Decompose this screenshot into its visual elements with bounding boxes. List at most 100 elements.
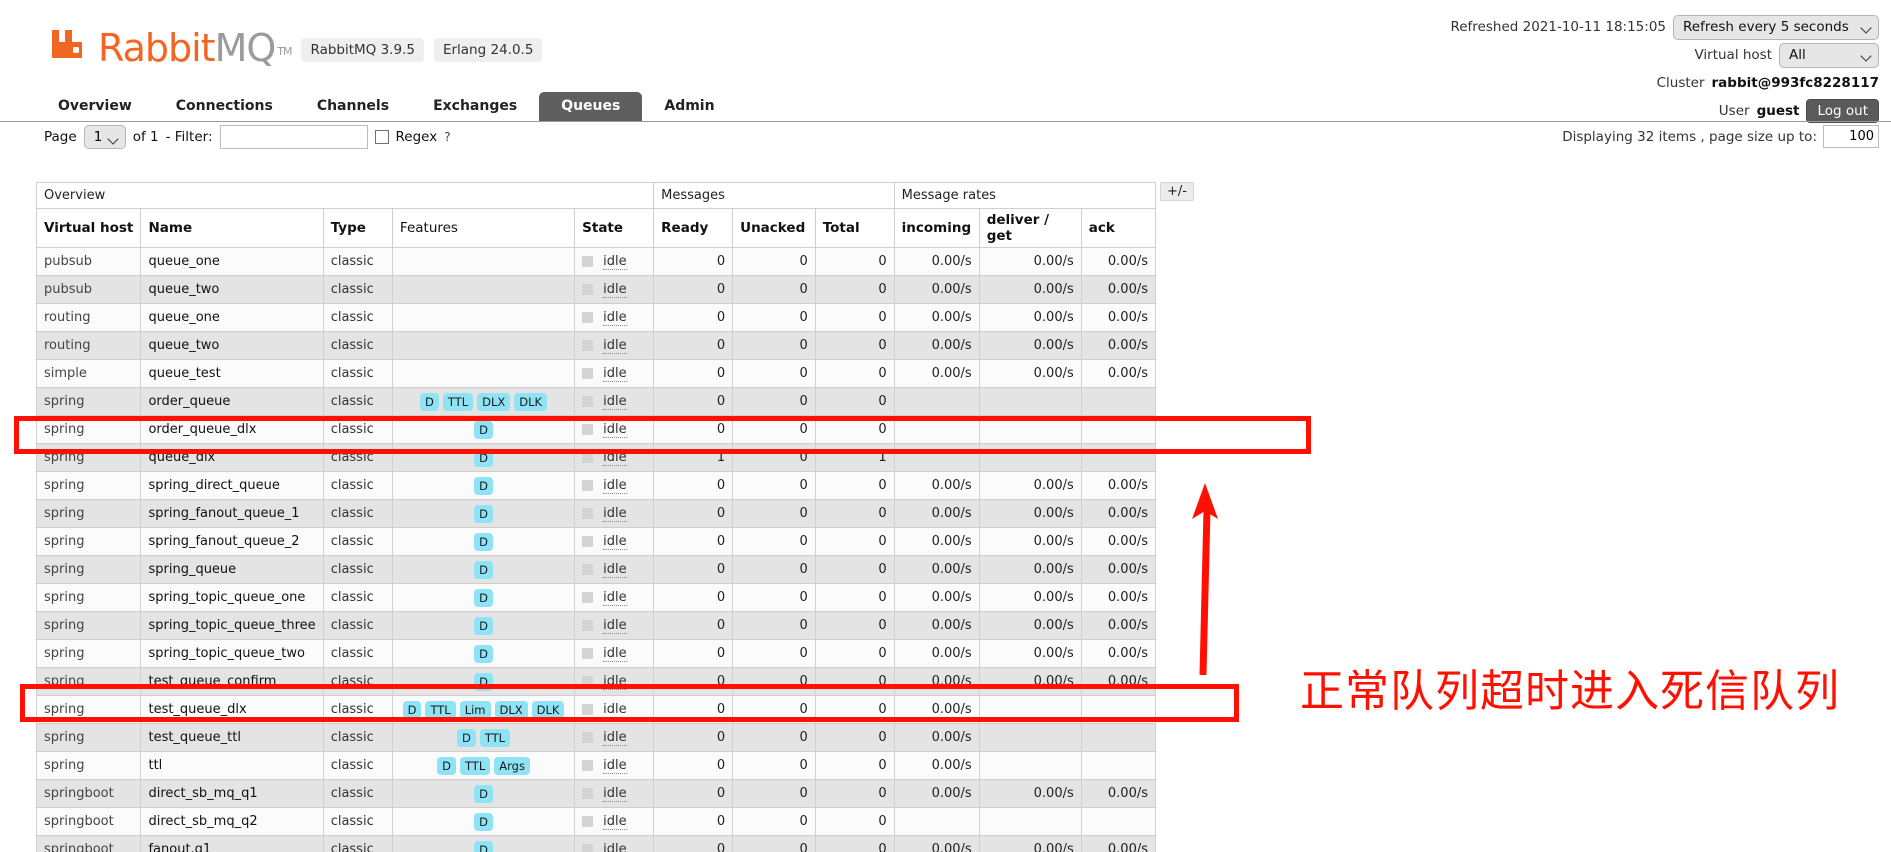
cell-queue-name[interactable]: queue_test <box>140 359 324 388</box>
cell-queue-name[interactable]: spring_fanout_queue_1 <box>140 499 324 528</box>
table-row[interactable]: routing queue_two classic idle 0 0 0 0.00/s 0.00… <box>35 331 1157 360</box>
table-row[interactable]: spring order_queue classic D TTL DLX DLK idle 0 0… <box>35 387 1157 416</box>
cell-queue-name[interactable]: spring_queue <box>140 555 324 584</box>
col-ack[interactable]: ack <box>1080 208 1157 248</box>
feature-badge-ttl[interactable]: TTL <box>442 392 474 411</box>
feature-badge-ttl[interactable]: TTL <box>425 700 456 719</box>
table-row[interactable]: routing queue_one classic idle 0 0 0 0.00/s 0.00… <box>35 303 1157 332</box>
feature-badge-d[interactable]: D <box>437 756 456 775</box>
feature-badge-d[interactable]: D <box>456 728 476 747</box>
table-row[interactable]: spring spring_queue classic Didle 0 0 0 0.00/s 0… <box>35 555 1157 584</box>
page-size-input[interactable] <box>1823 125 1879 148</box>
cell-queue-name[interactable]: queue_dlx <box>140 443 324 472</box>
cell-total: 0 <box>814 331 895 360</box>
feature-badge-d[interactable]: D <box>402 700 422 719</box>
feature-badge-d[interactable]: D <box>474 532 493 551</box>
tab-overview[interactable]: Overview <box>36 92 154 121</box>
tab-queues[interactable]: Queues <box>539 92 643 121</box>
page-number-select[interactable]: 1 <box>83 125 126 149</box>
feature-badge-d[interactable]: D <box>474 588 493 607</box>
table-row[interactable]: spring spring_direct_queue classic Didle 0 0 0… <box>35 471 1157 500</box>
cell-queue-name[interactable]: spring_topic_queue_two <box>140 639 324 668</box>
table-row[interactable]: springboot fanout.q1 classic Didle 0 0 0 0.00/s… <box>35 835 1157 852</box>
col-features[interactable]: Features <box>391 208 576 248</box>
table-row[interactable]: pubsub queue_one classic idle 0 0 0 0.00/s 0.00/… <box>35 247 1157 276</box>
table-row[interactable]: spring order_queue_dlx classic Didle 0 0 0 <box>35 415 1157 444</box>
cell-queue-name[interactable]: direct_sb_mq_q2 <box>140 807 324 836</box>
table-row[interactable]: spring spring_topic_queue_one classic Didle… <box>35 583 1157 612</box>
virtual-host-select[interactable]: All <box>1779 42 1879 68</box>
cell-type: classic <box>322 443 393 472</box>
col-ready[interactable]: Ready <box>653 208 734 248</box>
cell-queue-name[interactable]: queue_two <box>140 275 324 304</box>
feature-badge-d[interactable]: D <box>419 392 439 411</box>
table-row[interactable]: spring spring_fanout_queue_2 classic Didle 0… <box>35 527 1157 556</box>
cell-queue-name[interactable]: order_queue <box>140 387 324 416</box>
feature-badge-dlk[interactable]: DLK <box>531 700 565 719</box>
feature-badge-dlk[interactable]: DLK <box>514 392 548 411</box>
feature-badge-d[interactable]: D <box>474 840 493 852</box>
toggle-columns-button[interactable]: +/- <box>1160 182 1194 201</box>
feature-badge-d[interactable]: D <box>474 420 493 439</box>
table-row[interactable]: spring test_queue_confirm classic Didle 0 0 0 0… <box>35 667 1157 696</box>
tab-channels[interactable]: Channels <box>295 92 411 121</box>
col-incoming[interactable]: incoming <box>893 208 980 248</box>
feature-badge-dlx[interactable]: DLX <box>477 392 511 411</box>
feature-badge-d[interactable]: D <box>474 672 493 691</box>
cell-queue-name[interactable]: test_queue_dlx <box>140 695 324 724</box>
table-row[interactable]: spring ttl classic D TTL Args idle 0 0 0 0.00/s <box>35 751 1157 780</box>
table-row[interactable]: spring spring_fanout_queue_1 classic Didle 0… <box>35 499 1157 528</box>
feature-badge-args[interactable]: Args <box>494 756 530 775</box>
feature-badge-d[interactable]: D <box>474 448 493 467</box>
table-row[interactable]: spring spring_topic_queue_two classic Didle… <box>35 639 1157 668</box>
table-row[interactable]: spring test_queue_dlx classic D TTL Lim DLX DLK… <box>35 695 1157 724</box>
col-total[interactable]: Total <box>814 208 895 248</box>
cell-queue-name[interactable]: ttl <box>140 751 324 780</box>
cell-queue-name[interactable]: queue_one <box>140 303 324 332</box>
feature-badge-d[interactable]: D <box>474 812 493 831</box>
feature-badge-dlx[interactable]: DLX <box>494 700 528 719</box>
table-row[interactable]: spring spring_topic_queue_three classic Did… <box>35 611 1157 640</box>
table-row[interactable]: pubsub queue_two classic idle 0 0 0 0.00/s 0.00/… <box>35 275 1157 304</box>
table-row[interactable]: spring test_queue_ttl classic D TTL idle 0 0 0 0.… <box>35 723 1157 752</box>
tab-connections[interactable]: Connections <box>154 92 295 121</box>
feature-badge-d[interactable]: D <box>474 784 493 803</box>
brand-logo-block[interactable]: RabbitMQ TM RabbitMQ 3.9.5 Erlang 24.0.5 <box>48 22 543 67</box>
filter-input[interactable] <box>219 125 368 149</box>
tab-admin[interactable]: Admin <box>642 92 736 121</box>
cell-queue-name[interactable]: queue_one <box>140 247 324 276</box>
tab-exchanges[interactable]: Exchanges <box>411 92 539 121</box>
feature-badge-d[interactable]: D <box>474 560 493 579</box>
cell-state: idle <box>574 695 655 724</box>
table-row[interactable]: spring queue_dlx classic Didle 1 0 1 <box>35 443 1157 472</box>
table-row[interactable]: springboot direct_sb_mq_q1 classic Didle 0 0 0… <box>35 779 1157 808</box>
help-icon[interactable]: ? <box>444 130 450 144</box>
cell-queue-name[interactable]: spring_topic_queue_three <box>140 611 324 640</box>
col-virtual-host[interactable]: Virtual host <box>35 208 142 248</box>
feature-badge-ttl[interactable]: TTL <box>459 756 491 775</box>
cell-queue-name[interactable]: queue_two <box>140 331 324 360</box>
col-name[interactable]: Name <box>140 208 324 248</box>
feature-badge-lim[interactable]: Lim <box>459 700 491 719</box>
cell-queue-name[interactable]: test_queue_confirm <box>140 667 324 696</box>
refresh-interval-select[interactable]: Refresh every 5 seconds <box>1673 14 1879 40</box>
cell-queue-name[interactable]: fanout.q1 <box>140 835 324 852</box>
cell-queue-name[interactable]: spring_topic_queue_one <box>140 583 324 612</box>
cell-queue-name[interactable]: direct_sb_mq_q1 <box>140 779 324 808</box>
feature-badge-d[interactable]: D <box>474 616 493 635</box>
table-row[interactable]: simple queue_test classic idle 0 0 0 0.00/s 0.00… <box>35 359 1157 388</box>
feature-badge-d[interactable]: D <box>474 644 493 663</box>
cell-queue-name[interactable]: test_queue_ttl <box>140 723 324 752</box>
cell-queue-name[interactable]: spring_fanout_queue_2 <box>140 527 324 556</box>
feature-badge-ttl[interactable]: TTL <box>479 728 511 747</box>
table-row[interactable]: springboot direct_sb_mq_q2 classic Didle 0 0 0 <box>35 807 1157 836</box>
feature-badge-d[interactable]: D <box>474 476 493 495</box>
col-unacked[interactable]: Unacked <box>732 208 816 248</box>
regex-checkbox[interactable] <box>374 130 389 144</box>
cell-queue-name[interactable]: order_queue_dlx <box>140 415 324 444</box>
col-deliver-get[interactable]: deliver / get <box>978 208 1082 248</box>
feature-badge-d[interactable]: D <box>474 504 493 523</box>
cell-queue-name[interactable]: spring_direct_queue <box>140 471 324 500</box>
col-state[interactable]: State <box>574 208 655 248</box>
col-type[interactable]: Type <box>322 208 393 248</box>
